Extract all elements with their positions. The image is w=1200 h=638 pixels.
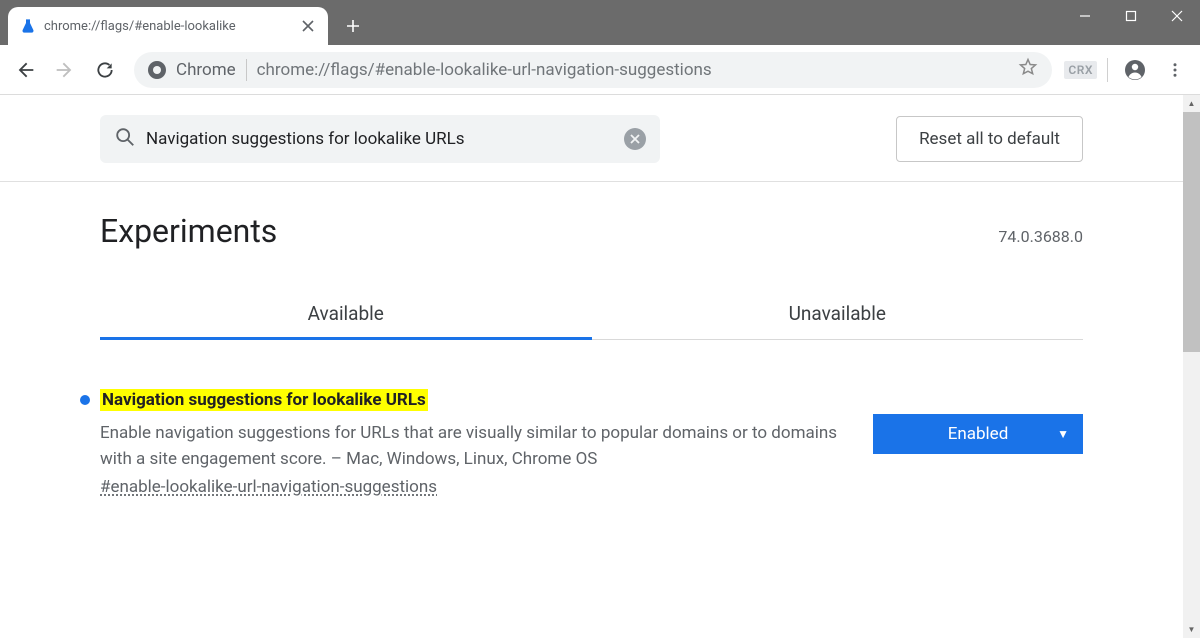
forward-button[interactable]: [48, 53, 82, 87]
flags-header: Experiments 74.0.3688.0: [0, 182, 1183, 260]
flag-state-dropdown[interactable]: Enabled ▼: [873, 414, 1083, 454]
menu-button[interactable]: [1158, 53, 1192, 87]
page-title: Experiments: [100, 212, 277, 250]
flags-search-row: Navigation suggestions for lookalike URL…: [0, 95, 1183, 182]
tab-unavailable-label: Unavailable: [789, 302, 886, 325]
tab-available[interactable]: Available: [100, 288, 592, 339]
browser-tab[interactable]: chrome://flags/#enable-lookalike: [8, 7, 328, 45]
toolbar-separator: [1107, 58, 1108, 82]
address-bar[interactable]: Chrome chrome://flags/#enable-lookalike-…: [134, 52, 1052, 88]
reset-all-label: Reset all to default: [919, 129, 1060, 149]
omnibox-url: chrome://flags/#enable-lookalike-url-nav…: [257, 60, 1009, 80]
back-button[interactable]: [8, 53, 42, 87]
chrome-version: 74.0.3688.0: [998, 227, 1083, 246]
flag-state-value: Enabled: [948, 424, 1009, 444]
flag-title: Navigation suggestions for lookalike URL…: [100, 389, 428, 411]
window-minimize-button[interactable]: [1062, 0, 1108, 32]
profile-button[interactable]: [1118, 53, 1152, 87]
browser-toolbar: Chrome chrome://flags/#enable-lookalike-…: [0, 45, 1200, 95]
flag-entry: Navigation suggestions for lookalike URL…: [80, 390, 1083, 497]
page-content: Navigation suggestions for lookalike URL…: [0, 95, 1183, 638]
clear-search-icon[interactable]: [624, 128, 646, 150]
tab-available-label: Available: [308, 302, 384, 325]
chevron-down-icon: ▼: [1057, 427, 1069, 441]
scroll-up-icon[interactable]: ▲: [1183, 95, 1200, 112]
flask-icon: [20, 18, 36, 34]
new-tab-button[interactable]: [338, 11, 368, 41]
chrome-icon: [148, 61, 166, 79]
reload-button[interactable]: [88, 53, 122, 87]
experiments-tabs: Available Unavailable: [100, 288, 1083, 340]
window-controls: [1062, 0, 1200, 32]
search-icon: [114, 126, 136, 153]
omnibox-scheme-label: Chrome: [176, 60, 236, 80]
crx-badge[interactable]: CRX: [1064, 61, 1097, 79]
changed-flag-indicator-icon: [80, 395, 90, 405]
flags-search-box[interactable]: Navigation suggestions for lookalike URL…: [100, 115, 660, 163]
window-titlebar: chrome://flags/#enable-lookalike: [0, 0, 1200, 45]
reset-all-button[interactable]: Reset all to default: [896, 116, 1083, 162]
scrollbar-thumb[interactable]: [1183, 112, 1200, 352]
flag-description: Enable navigation suggestions for URLs t…: [100, 420, 849, 473]
vertical-scrollbar[interactable]: ▲ ▼: [1183, 95, 1200, 638]
flags-search-value: Navigation suggestions for lookalike URL…: [146, 129, 624, 149]
close-tab-icon[interactable]: [300, 18, 316, 34]
window-maximize-button[interactable]: [1108, 0, 1154, 32]
scrollbar-track[interactable]: [1183, 352, 1200, 621]
tab-unavailable[interactable]: Unavailable: [592, 288, 1084, 339]
tab-title: chrome://flags/#enable-lookalike: [44, 19, 294, 34]
tab-strip: chrome://flags/#enable-lookalike: [0, 7, 368, 45]
bookmark-star-icon[interactable]: [1018, 57, 1038, 82]
scroll-down-icon[interactable]: ▼: [1183, 621, 1200, 638]
window-close-button[interactable]: [1154, 0, 1200, 32]
flag-anchor-link[interactable]: #enable-lookalike-url-navigation-suggest…: [100, 477, 849, 497]
omnibox-separator: [246, 59, 247, 81]
